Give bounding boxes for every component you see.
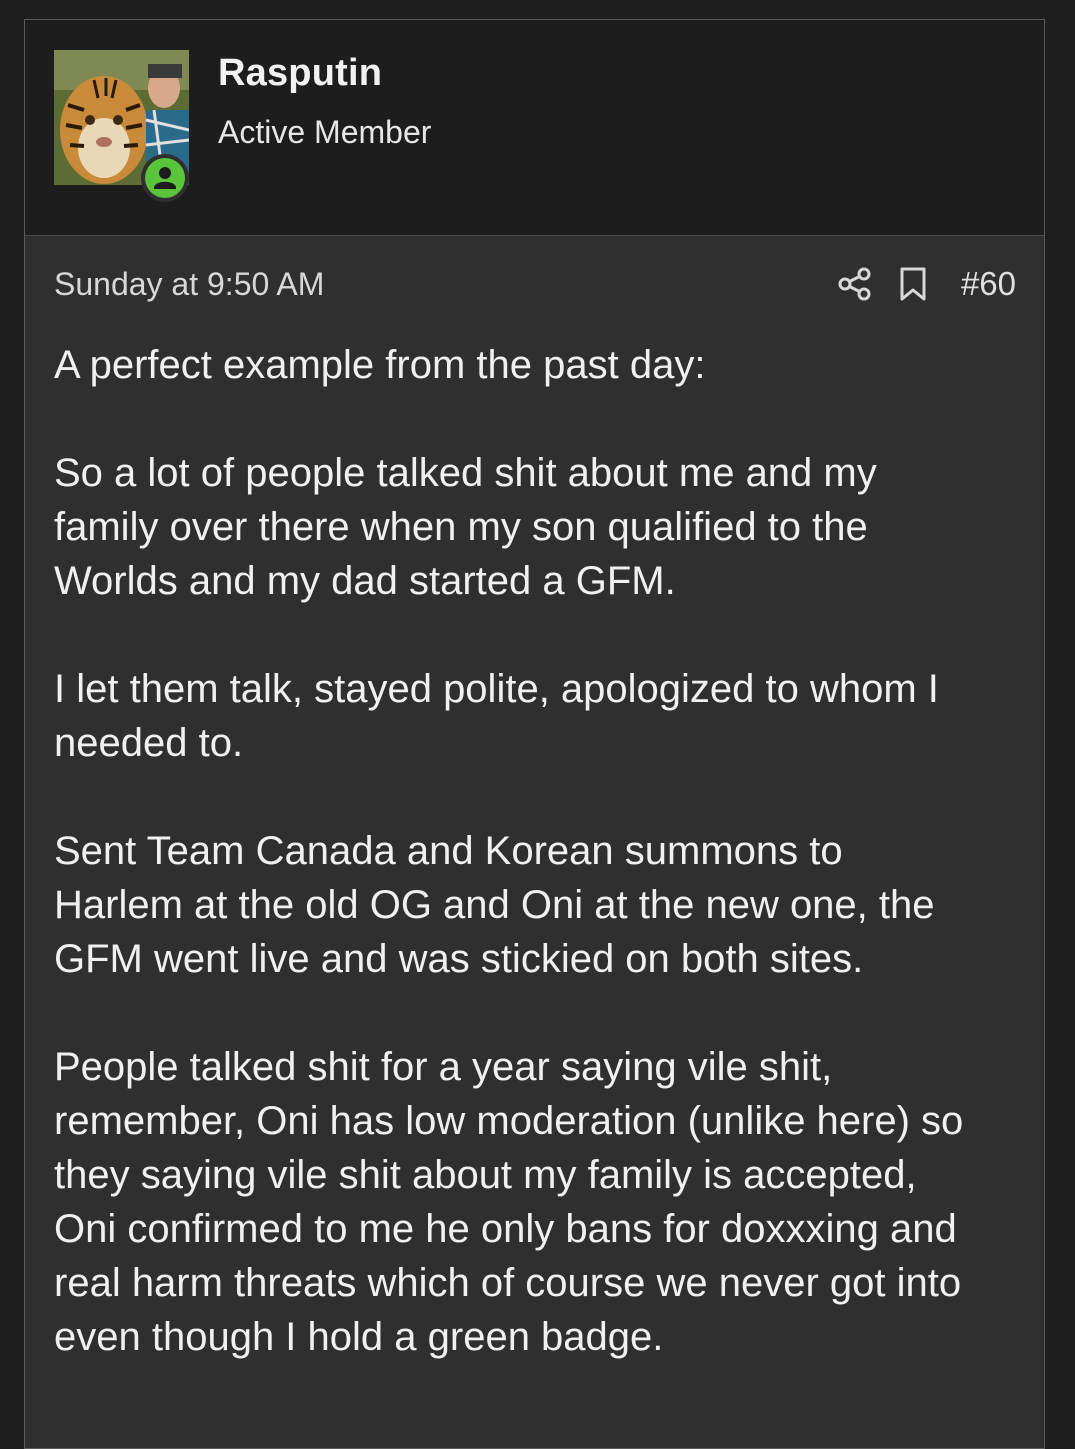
post-paragraph: People talked shit for a year saying vil… <box>54 1045 964 1359</box>
post-number-link[interactable]: #60 <box>961 265 1016 303</box>
forum-post: Rasputin Active Member Sunday at 9:50 AM… <box>24 19 1045 1449</box>
post-paragraph: I let them talk, stayed polite, apologiz… <box>54 667 939 765</box>
username[interactable]: Rasputin <box>218 52 382 95</box>
post-paragraph: A perfect example from the past day: <box>54 343 706 387</box>
post-paragraph: So a lot of people talked shit about me … <box>54 451 877 603</box>
post-actions: #60 <box>837 265 1016 303</box>
post-paragraph: Sent Team Canada and Korean summons to H… <box>54 829 935 981</box>
online-status-icon <box>141 154 189 202</box>
post-timestamp[interactable]: Sunday at 9:50 AM <box>54 266 324 303</box>
post-body: A perfect example from the past day: So … <box>54 338 1029 1418</box>
user-title: Active Member <box>218 114 432 150</box>
share-icon[interactable] <box>837 265 873 303</box>
bookmark-icon[interactable] <box>895 265 931 303</box>
post-user-header: Rasputin Active Member <box>25 20 1044 236</box>
